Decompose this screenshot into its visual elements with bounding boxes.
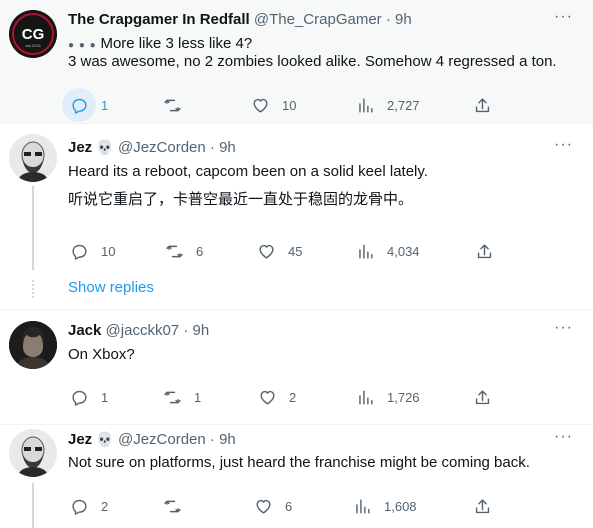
display-name[interactable]: Jack (68, 322, 101, 339)
retweet-button[interactable] (163, 96, 182, 115)
reply-icon (72, 499, 87, 515)
skull-icon: 💀 (96, 139, 114, 155)
share-icon (475, 499, 490, 514)
thread-line (32, 186, 34, 270)
heart-icon (253, 98, 268, 113)
tweet[interactable]: Jack @jacckk07 · 9h ··· On Xbox? 1 1 2 1… (0, 310, 593, 425)
views-button[interactable]: 4,034 (356, 242, 420, 261)
more-icon[interactable]: ··· (554, 319, 573, 337)
thread-line (32, 483, 34, 528)
retweet-icon (166, 245, 183, 258)
more-icon[interactable]: ··· (554, 136, 573, 154)
handle[interactable]: @JezCorden (118, 139, 206, 156)
share-button[interactable] (473, 96, 492, 115)
reply-button[interactable]: 1 (70, 388, 108, 407)
tweet[interactable]: Jez 💀 @JezCorden · 9h ··· Not sure on pl… (0, 425, 593, 528)
like-button[interactable]: 2 (258, 388, 296, 407)
share-icon (477, 244, 492, 259)
views-button[interactable]: 1,726 (356, 388, 420, 407)
reply-icon (72, 244, 87, 260)
share-icon (475, 98, 490, 113)
more-icon[interactable]: ··· (554, 428, 573, 446)
retweet-button[interactable]: 6 (165, 242, 203, 261)
handle[interactable]: @The_CrapGamer (254, 11, 382, 28)
timestamp[interactable]: 9h (395, 11, 412, 28)
avatar[interactable] (9, 321, 57, 369)
retweet-icon (164, 500, 181, 513)
like-button[interactable]: 45 (257, 242, 302, 261)
tweet-text: Not sure on platforms, just heard the fr… (68, 454, 530, 471)
tweet[interactable]: CG est.2015 The Crapgamer In Redfall @Th… (0, 0, 593, 124)
display-name[interactable]: Jez (68, 431, 92, 448)
avatar[interactable] (9, 134, 57, 182)
reply-button[interactable]: 1 (70, 96, 108, 115)
display-name[interactable]: Jez (68, 139, 92, 156)
share-button[interactable] (473, 497, 492, 516)
views-icon (359, 244, 373, 259)
tweet-text: 3 was awesome, no 2 zombies looked alike… (68, 53, 557, 70)
tweet-header: The Crapgamer In Redfall @The_CrapGamer … (68, 11, 412, 28)
tweet-header: Jez 💀 @JezCorden · 9h (68, 139, 236, 156)
views-icon (359, 390, 373, 405)
views-button[interactable]: 1,608 (353, 497, 417, 516)
heart-icon (259, 244, 274, 259)
svg-text:est.2015: est.2015 (25, 43, 41, 48)
share-icon (475, 390, 490, 405)
reply-button[interactable]: 2 (70, 497, 108, 516)
retweet-icon (164, 99, 181, 112)
tweet-text: 听说它重启了，卡普空最近一直处于稳固的龙骨中。 (68, 191, 414, 208)
tweet-header: Jez 💀 @JezCorden · 9h (68, 431, 236, 448)
svg-text:CG: CG (22, 26, 45, 43)
views-button[interactable]: 2,727 (356, 96, 420, 115)
reply-icon (72, 390, 87, 406)
show-replies-link[interactable]: Show replies (68, 279, 154, 296)
views-icon (359, 98, 373, 113)
tweet-header: Jack @jacckk07 · 9h (68, 322, 210, 339)
display-name[interactable]: The Crapgamer In Redfall (68, 11, 250, 28)
like-button[interactable]: 6 (254, 497, 292, 516)
retweet-button[interactable] (163, 497, 182, 516)
timestamp[interactable]: 9h (219, 139, 236, 156)
skull-icon: 💀 (96, 431, 114, 447)
avatar[interactable] (9, 429, 57, 477)
like-button[interactable]: 10 (251, 96, 296, 115)
views-icon (356, 499, 370, 514)
timestamp[interactable]: 9h (192, 322, 209, 339)
heart-icon (260, 390, 275, 405)
reply-button[interactable]: 10 (70, 242, 115, 261)
retweet-button[interactable]: 1 (163, 388, 201, 407)
share-button[interactable] (475, 242, 494, 261)
avatar[interactable]: CG est.2015 (9, 10, 57, 58)
share-button[interactable] (473, 388, 492, 407)
tweet-text: On Xbox? (68, 346, 135, 363)
thread-dots (32, 280, 34, 300)
eyes-emoji: ● ● ● (68, 40, 101, 51)
handle[interactable]: @jacckk07 (106, 322, 180, 339)
retweet-icon (164, 391, 181, 404)
more-icon[interactable]: ··· (554, 8, 573, 26)
tweet[interactable]: Jez 💀 @JezCorden · 9h ··· Heard its a re… (0, 124, 593, 310)
timestamp[interactable]: 9h (219, 431, 236, 448)
handle[interactable]: @JezCorden (118, 431, 206, 448)
tweet-text: Heard its a reboot, capcom been on a sol… (68, 163, 428, 180)
heart-icon (256, 499, 271, 514)
reply-icon (72, 98, 87, 114)
